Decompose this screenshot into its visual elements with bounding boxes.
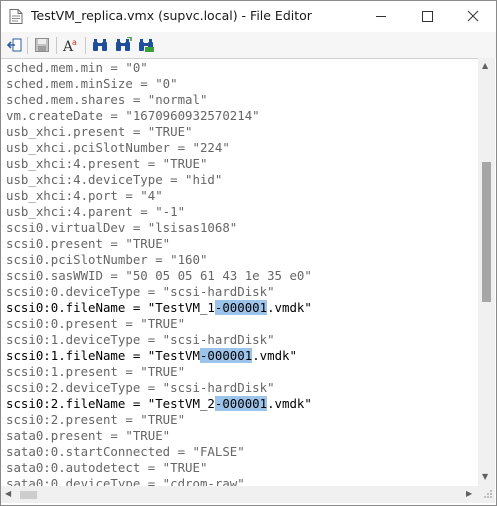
editor-line: scsi0:0.present = "TRUE" xyxy=(6,316,186,331)
editor-line: sata0:0.startConnected = "FALSE" xyxy=(6,444,245,459)
scroll-down-icon[interactable]: ▼ xyxy=(482,472,488,482)
maximize-icon xyxy=(422,11,433,22)
scroll-left-icon[interactable]: ◀ xyxy=(5,489,11,499)
line-text: scsi0:0.fileName = "TestVM_1 xyxy=(6,300,215,315)
horizontal-scrollbar[interactable]: ◀ ▶ xyxy=(1,486,478,503)
editor-line: sched.mem.min = "0" xyxy=(6,60,148,75)
close-icon xyxy=(467,10,479,22)
editor-line: scsi0:2.deviceType = "scsi-hardDisk" xyxy=(6,380,275,395)
file-editor-window: TestVM_replica.vmx (supvc.local) - File … xyxy=(0,0,497,506)
find-icon xyxy=(92,39,107,51)
line-text: .vmdk" xyxy=(252,348,297,363)
title-bar[interactable]: TestVM_replica.vmx (supvc.local) - File … xyxy=(1,1,496,32)
minimize-icon xyxy=(376,16,386,17)
editor-line: scsi0:2.present = "TRUE" xyxy=(6,412,186,427)
toolbar-divider xyxy=(85,37,86,54)
svg-text:a: a xyxy=(72,38,77,47)
font-button[interactable]: A a xyxy=(60,35,81,55)
editor-line: sata0:0.autodetect = "TRUE" xyxy=(6,460,208,475)
replace-button[interactable] xyxy=(135,35,156,55)
minimize-button[interactable] xyxy=(358,1,404,32)
editor-line: usb_xhci.pciSlotNumber = "224" xyxy=(6,140,230,155)
editor-line: scsi0.virtualDev = "lsisas1068" xyxy=(6,220,238,235)
vertical-scrollbar-thumb[interactable] xyxy=(482,162,491,302)
editor-line: sched.mem.minSize = "0" xyxy=(6,76,178,91)
editor-line: usb_xhci:4.port = "4" xyxy=(6,188,163,203)
text-editor-area[interactable]: sched.mem.min = "0" sched.mem.minSize = "… xyxy=(1,58,478,487)
scroll-up-icon[interactable]: ▲ xyxy=(482,61,488,71)
find-button[interactable] xyxy=(89,35,110,55)
editor-line: scsi0.sasWWID = "50 05 05 61 43 1e 35 e0… xyxy=(6,268,312,283)
replace-icon xyxy=(138,39,154,52)
editor-line: scsi0.present = "TRUE" xyxy=(6,236,171,251)
toolbar-divider xyxy=(56,37,57,54)
horizontal-scrollbar-thumb[interactable] xyxy=(20,491,37,499)
line-text: scsi0:2.fileName = "TestVM_2 xyxy=(6,396,215,411)
window-title: TestVM_replica.vmx (supvc.local) - File … xyxy=(31,8,312,23)
editor-line: sata0.present = "TRUE" xyxy=(6,428,171,443)
editor-line: usb_xhci:4.deviceType = "hid" xyxy=(6,172,223,187)
line-text: scsi0:1.fileName = "TestVM xyxy=(6,348,200,363)
editor-line: usb_xhci:4.present = "TRUE" xyxy=(6,156,208,171)
vertical-scrollbar[interactable]: ▲ ▼ xyxy=(478,58,495,486)
editor-line: usb_xhci:4.parent = "-1" xyxy=(6,204,186,219)
font-icon: A a xyxy=(62,38,77,53)
maximize-button[interactable] xyxy=(404,1,450,32)
editor-line: scsi0:1.fileName = "TestVM-000001.vmdk" xyxy=(4,348,300,364)
find-next-icon xyxy=(115,37,132,51)
document-icon xyxy=(9,9,23,24)
scroll-right-icon[interactable]: ▶ xyxy=(466,489,472,499)
editor-line: scsi0:0.fileName = "TestVM_1-000001.vmdk… xyxy=(4,300,315,316)
editor-line: vm.createDate = "1670960932570214" xyxy=(6,108,260,123)
close-button[interactable] xyxy=(450,1,496,32)
line-text: .vmdk" xyxy=(267,300,312,315)
editor-line: sched.mem.shares = "normal" xyxy=(6,92,208,107)
save-button[interactable] xyxy=(31,35,52,55)
save-icon xyxy=(34,38,49,52)
editor-line: usb_xhci.present = "TRUE" xyxy=(6,124,193,139)
editor-line: scsi0.pciSlotNumber = "160" xyxy=(6,252,208,267)
editor-line: scsi0:0.deviceType = "scsi-hardDisk" xyxy=(6,284,275,299)
line-text: .vmdk" xyxy=(267,396,312,411)
editor-line: scsi0:1.deviceType = "scsi-hardDisk" xyxy=(6,332,275,347)
selected-text: -000001 xyxy=(214,396,268,411)
selected-text: -000001 xyxy=(214,300,268,315)
toolbar: A a xyxy=(1,32,496,58)
resize-grip-icon[interactable] xyxy=(483,489,493,499)
editor-line: scsi0:1.present = "TRUE" xyxy=(6,364,186,379)
editor-line: scsi0:2.fileName = "TestVM_2-000001.vmdk… xyxy=(4,396,315,412)
exit-button[interactable] xyxy=(4,35,25,55)
selected-text: -000001 xyxy=(199,348,253,363)
exit-icon xyxy=(6,38,22,52)
toolbar-divider xyxy=(27,37,28,54)
find-next-button[interactable] xyxy=(112,35,133,55)
